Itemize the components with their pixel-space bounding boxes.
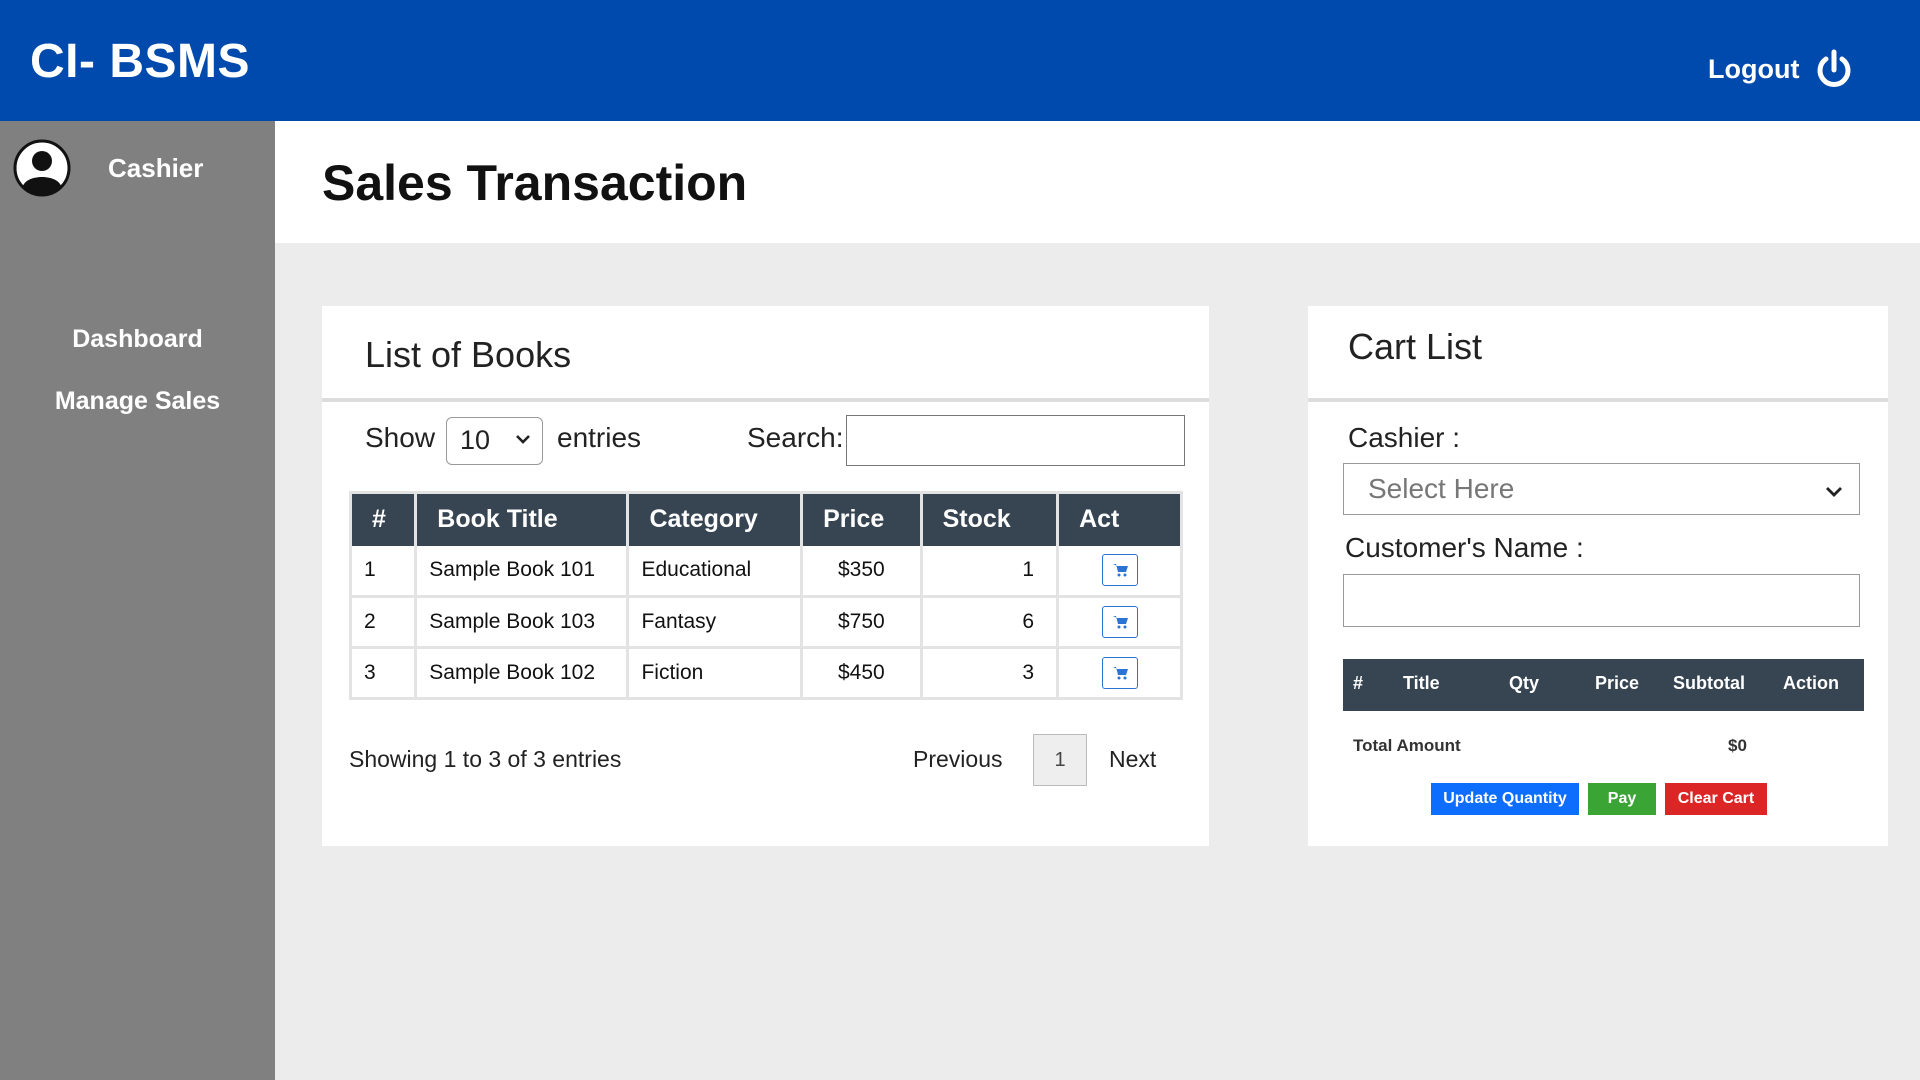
entries-label: entries [557, 422, 642, 453]
showing-entries-text: Showing 1 to 3 of 3 entries [349, 746, 622, 772]
cart-icon [1112, 667, 1128, 680]
cart-column-price: Price [1595, 673, 1640, 693]
cart-column-title: Title [1403, 673, 1440, 693]
book-title: Sample Book 102 [415, 647, 630, 700]
entries-value: 10 [460, 425, 491, 455]
cart-icon [1112, 616, 1128, 629]
cart-column-action: Action [1783, 673, 1839, 693]
sidebar-item-dashboard[interactable]: Dashboard [0, 325, 275, 354]
show-label: Show [365, 422, 436, 453]
next-page-button[interactable]: Next [1109, 746, 1156, 773]
logout-label: Logout [1708, 53, 1800, 84]
book-price: $350 [801, 545, 923, 598]
cart-panel-header: Cart List [1308, 306, 1888, 402]
update-quantity-button[interactable]: Update Quantity [1431, 783, 1579, 815]
cart-icon [1112, 564, 1128, 577]
books-panel-title: List of Books [365, 334, 572, 375]
book-title: Sample Book 103 [415, 596, 630, 649]
user-role: Cashier [108, 153, 204, 183]
cart-panel-title: Cart List [1348, 326, 1483, 367]
table-row: 3 Sample Book 102 Fiction $450 3 [350, 647, 1183, 700]
cashier-select[interactable]: Select Here [1343, 463, 1860, 515]
cart-table-header: # Title Qty Price Subtotal Action [1343, 659, 1864, 711]
power-icon [1818, 49, 1851, 87]
total-amount-value: $0 [1728, 736, 1747, 755]
book-stock: 1 [921, 545, 1060, 598]
books-panel: List of Books Show 10 entries Search: # … [322, 306, 1209, 846]
customer-name-label: Customer's Name : [1345, 532, 1584, 563]
column-header-action: Act [1057, 492, 1183, 546]
cart-column-subtotal: Subtotal [1673, 673, 1745, 693]
column-header-number[interactable]: # [350, 492, 418, 546]
search-input[interactable] [846, 415, 1185, 466]
action-cell [1057, 545, 1183, 598]
action-cell [1057, 647, 1183, 700]
book-category: Educational [627, 545, 804, 598]
action-cell [1057, 596, 1183, 649]
column-header-category[interactable]: Category [627, 492, 804, 546]
add-to-cart-button[interactable] [1101, 657, 1138, 689]
book-stock: 3 [921, 647, 1060, 700]
column-header-book-title[interactable]: Book Title [415, 492, 630, 546]
column-header-price[interactable]: Price [801, 492, 923, 546]
table-row: 2 Sample Book 103 Fantasy $750 6 [350, 596, 1183, 649]
book-price: $750 [801, 596, 923, 649]
book-category: Fantasy [627, 596, 804, 649]
app-brand: CI- BSMS [30, 35, 250, 88]
row-number: 3 [350, 647, 418, 700]
row-number: 2 [350, 596, 418, 649]
chevron-down-icon [1826, 487, 1842, 497]
logout-button[interactable]: Logout [1708, 48, 1855, 90]
pay-button[interactable]: Pay [1588, 783, 1656, 815]
book-category: Fiction [627, 647, 804, 700]
cashier-select-placeholder: Select Here [1368, 473, 1515, 504]
add-to-cart-button[interactable] [1101, 606, 1138, 638]
page-title: Sales Transaction [322, 155, 748, 211]
column-header-stock[interactable]: Stock [921, 492, 1060, 546]
cart-panel: Cart List Cashier : Select Here Customer… [1308, 306, 1888, 846]
entries-select[interactable]: 10 [446, 417, 543, 465]
sidebar: Cashier Dashboard Manage Sales [0, 121, 275, 1080]
book-stock: 6 [921, 596, 1060, 649]
books-table-header: # Book Title Category Price Stock Act [350, 492, 1183, 546]
cashier-label: Cashier : [1348, 422, 1461, 453]
clear-cart-button[interactable]: Clear Cart [1665, 783, 1767, 815]
page-number-button[interactable]: 1 [1033, 734, 1087, 786]
title-bar: Sales Transaction [275, 121, 1920, 243]
total-amount-label: Total Amount [1353, 736, 1461, 755]
row-number: 1 [350, 545, 418, 598]
customer-name-input[interactable] [1343, 574, 1860, 627]
cart-column-number: # [1353, 673, 1364, 693]
cart-column-qty: Qty [1509, 673, 1540, 693]
table-row: 1 Sample Book 101 Educational $350 1 [350, 545, 1183, 598]
book-price: $450 [801, 647, 923, 700]
sidebar-item-manage-sales[interactable]: Manage Sales [0, 387, 275, 416]
previous-page-button[interactable]: Previous [913, 746, 1002, 773]
book-title: Sample Book 101 [415, 545, 630, 598]
add-to-cart-button[interactable] [1101, 554, 1138, 587]
chevron-down-icon [516, 435, 530, 444]
search-label: Search: [747, 422, 844, 453]
top-header: CI- BSMS Logout [0, 0, 1920, 121]
books-panel-header: List of Books [322, 306, 1209, 402]
books-table: # Book Title Category Price Stock Act 1 … [349, 491, 1183, 700]
user-circle-icon [13, 139, 71, 197]
